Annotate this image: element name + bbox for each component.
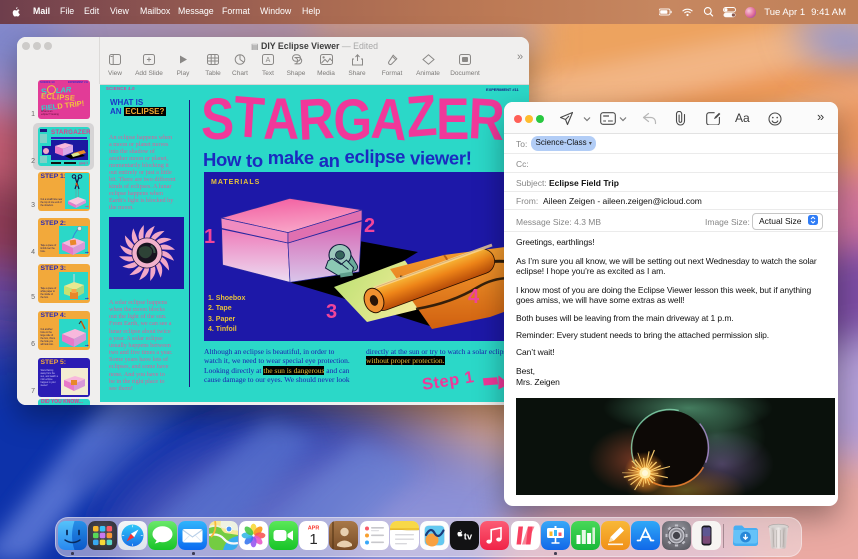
svg-text:1: 1 (309, 531, 317, 548)
svg-text:A: A (266, 57, 271, 64)
svg-text:tv: tv (464, 532, 473, 543)
